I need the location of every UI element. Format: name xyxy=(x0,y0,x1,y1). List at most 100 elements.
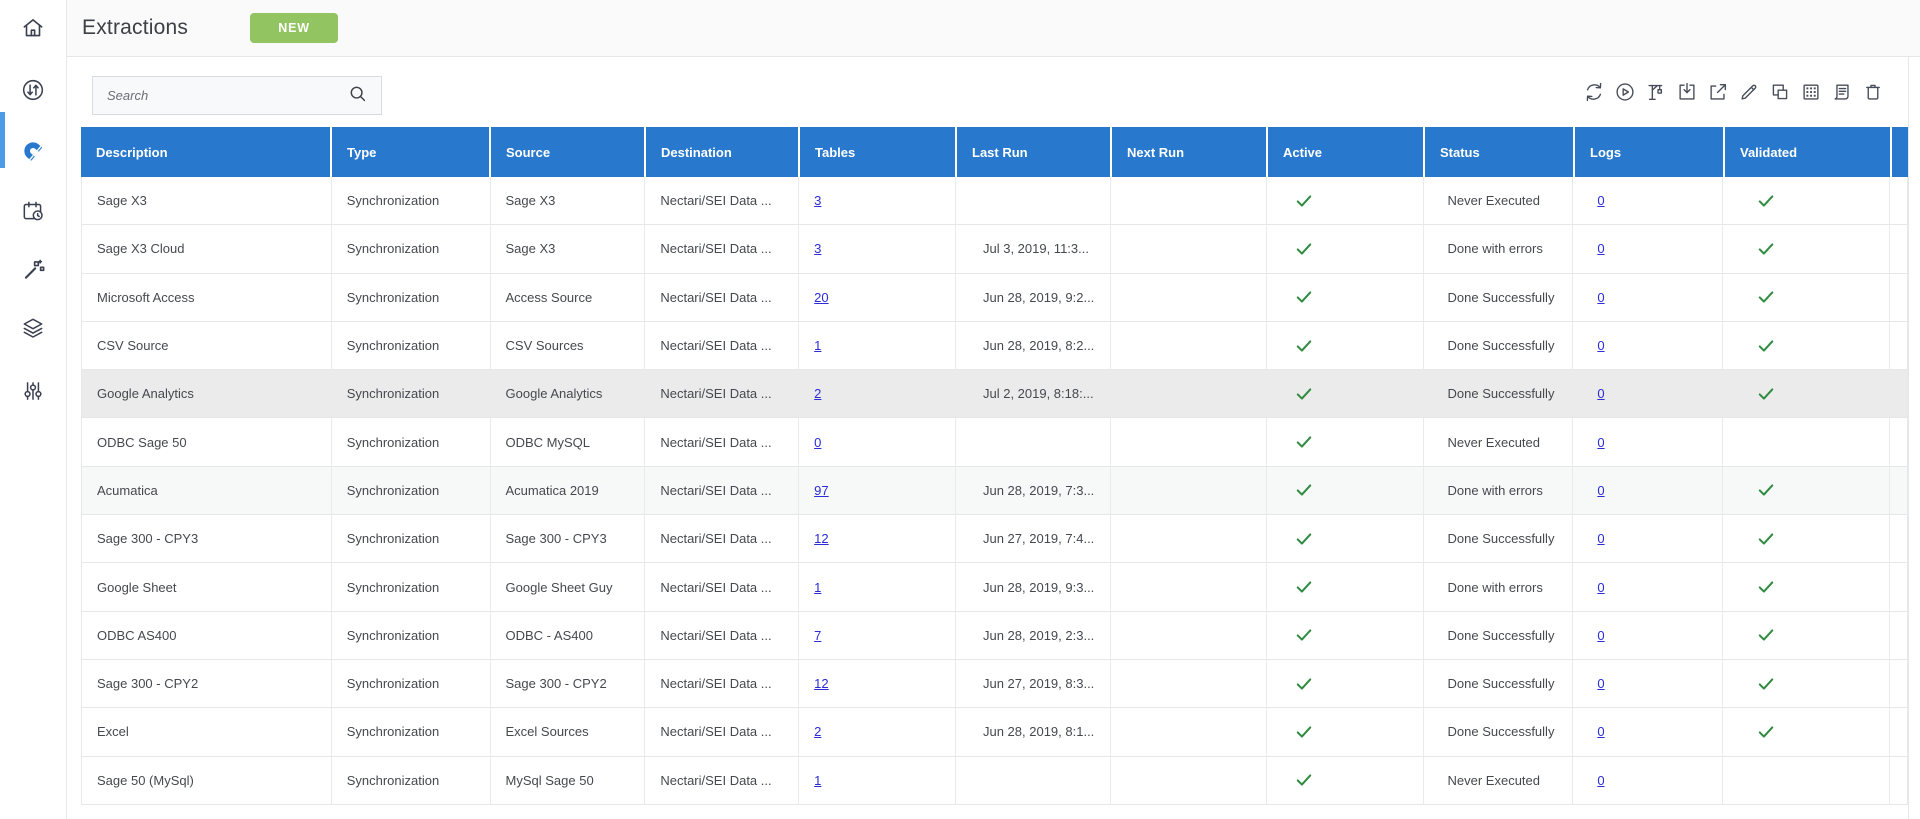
delete-button[interactable] xyxy=(1862,81,1884,103)
table-row[interactable]: ODBC AS400 Synchronization ODBC - AS400 Nec… xyxy=(82,611,1907,660)
table-row[interactable]: Google Analytics Synchronization Google An… xyxy=(82,370,1907,419)
tables-link[interactable]: 2 xyxy=(814,724,821,739)
table-row[interactable]: Acumatica Synchronization Acumatica 2019 Ne… xyxy=(82,466,1907,516)
cell-logs: 0 xyxy=(1572,708,1722,756)
logs-link[interactable]: 0 xyxy=(1597,628,1604,643)
tables-link[interactable]: 2 xyxy=(814,386,821,401)
cell-validated xyxy=(1722,611,1889,659)
column-header-type[interactable]: Type xyxy=(330,127,489,177)
check-icon xyxy=(1294,191,1314,211)
duplicate-button[interactable] xyxy=(1769,81,1791,103)
cell-validated xyxy=(1722,466,1889,515)
cell-last_run: Jul 3, 2019, 11:3... xyxy=(954,225,1110,273)
layers-icon xyxy=(20,315,46,344)
build-button[interactable] xyxy=(1645,81,1667,103)
cell-source: Excel Sources xyxy=(489,708,645,756)
table-row[interactable]: ODBC Sage 50 Synchronization ODBC MySQL Nec… xyxy=(82,418,1907,467)
logs-link[interactable]: 0 xyxy=(1597,435,1604,450)
cell-destination: Nectari/SEI Data ... xyxy=(644,515,798,563)
logs-link[interactable]: 0 xyxy=(1597,290,1604,305)
run-button[interactable] xyxy=(1614,81,1636,103)
cell-description: Google Analytics xyxy=(97,386,194,402)
logs-button[interactable] xyxy=(1831,81,1853,103)
cell-status: Done Successfully xyxy=(1422,611,1573,659)
cell-next_run xyxy=(1109,370,1266,418)
column-header-active[interactable]: Active xyxy=(1266,127,1423,177)
tables-link[interactable]: 12 xyxy=(814,531,828,546)
column-header-status[interactable]: Status xyxy=(1423,127,1573,177)
cell-filler xyxy=(1889,563,1907,611)
logs-link[interactable]: 0 xyxy=(1597,580,1604,595)
column-header-tables[interactable]: Tables xyxy=(798,127,955,177)
sidebar-item-settings-sliders[interactable] xyxy=(18,377,48,407)
logs-link[interactable]: 0 xyxy=(1597,531,1604,546)
tables-link[interactable]: 1 xyxy=(814,338,821,353)
cell-destination: Nectari/SEI Data ... xyxy=(644,708,798,756)
sidebar-item-extractions[interactable] xyxy=(18,137,48,167)
tables-link[interactable]: 7 xyxy=(814,628,821,643)
cell-type: Synchronization xyxy=(330,708,490,756)
new-button[interactable]: NEW xyxy=(250,13,339,43)
cell-source: Access Source xyxy=(489,273,645,321)
cell-status: Never Executed xyxy=(1422,177,1573,225)
sidebar-item-layers[interactable] xyxy=(18,314,48,344)
cell-logs: 0 xyxy=(1572,515,1722,563)
logs-link[interactable]: 0 xyxy=(1597,676,1604,691)
export-button[interactable] xyxy=(1707,81,1729,103)
cell-type: Synchronization xyxy=(330,418,490,466)
tables-link[interactable]: 12 xyxy=(814,676,828,691)
grid-button[interactable] xyxy=(1800,81,1822,103)
cell-type: Synchronization xyxy=(330,177,490,225)
cell-source: Google Analytics xyxy=(489,370,645,418)
table-row[interactable]: Google Sheet Synchronization Google Sheet … xyxy=(82,563,1907,612)
cell-status: Done with errors xyxy=(1422,466,1573,515)
column-header-last_run[interactable]: Last Run xyxy=(955,127,1110,177)
table-row[interactable]: Microsoft Access Synchronization Access So… xyxy=(82,273,1907,322)
tables-link[interactable]: 3 xyxy=(814,241,821,256)
table-row[interactable]: Sage 50 (MySql) Synchronization MySql Sage… xyxy=(82,756,1907,805)
cell-logs: 0 xyxy=(1572,659,1722,708)
logs-link[interactable]: 0 xyxy=(1597,193,1604,208)
sidebar-item-data-transfer[interactable] xyxy=(18,76,48,106)
logs-link[interactable]: 0 xyxy=(1597,724,1604,739)
table-row[interactable]: Excel Synchronization Excel Sources Nectari… xyxy=(82,708,1907,757)
open-external-icon xyxy=(1707,81,1729,103)
table-row[interactable]: CSV Source Synchronization CSV Sources Nect… xyxy=(82,321,1907,371)
logs-link[interactable]: 0 xyxy=(1597,773,1604,788)
logs-link[interactable]: 0 xyxy=(1597,241,1604,256)
column-header-validated[interactable]: Validated xyxy=(1723,127,1890,177)
column-header-description[interactable]: Description xyxy=(81,127,330,177)
refresh-icon xyxy=(1583,81,1605,103)
cell-active xyxy=(1265,225,1423,273)
column-header-next_run[interactable]: Next Run xyxy=(1110,127,1266,177)
tables-link[interactable]: 1 xyxy=(814,773,821,788)
logs-link[interactable]: 0 xyxy=(1597,386,1604,401)
tables-link[interactable]: 1 xyxy=(814,580,821,595)
import-button[interactable] xyxy=(1676,81,1698,103)
tables-link[interactable]: 3 xyxy=(814,193,821,208)
column-header-source[interactable]: Source xyxy=(489,127,644,177)
cell-logs: 0 xyxy=(1572,321,1722,370)
search-button[interactable] xyxy=(343,83,381,108)
column-header-destination[interactable]: Destination xyxy=(644,127,798,177)
table-row[interactable]: Sage 300 - CPY2 Synchronization Sage 300 -… xyxy=(82,659,1907,709)
refresh-button[interactable] xyxy=(1583,81,1605,103)
logs-link[interactable]: 0 xyxy=(1597,338,1604,353)
table-row[interactable]: Sage 300 - CPY3 Synchronization Sage 300 -… xyxy=(82,515,1907,564)
search-input[interactable] xyxy=(93,77,343,114)
cell-tables: 12 xyxy=(798,515,955,563)
tables-link[interactable]: 97 xyxy=(814,483,828,498)
table-row[interactable]: Sage X3 Cloud Synchronization Sage X3 Necta… xyxy=(82,225,1907,274)
tables-link[interactable]: 20 xyxy=(814,290,828,305)
column-header-logs[interactable]: Logs xyxy=(1573,127,1723,177)
cell-tables: 1 xyxy=(798,321,955,370)
tables-link[interactable]: 0 xyxy=(814,435,821,450)
cell-active xyxy=(1265,370,1423,418)
table-row[interactable]: Sage X3 Synchronization Sage X3 Nectari/SEI… xyxy=(82,177,1907,226)
toolbar xyxy=(1574,81,1884,103)
logs-link[interactable]: 0 xyxy=(1597,483,1604,498)
sidebar-item-schedule[interactable] xyxy=(18,197,48,227)
edit-button[interactable] xyxy=(1738,81,1760,103)
sidebar-item-magic-wand[interactable] xyxy=(18,256,48,286)
sidebar-item-home[interactable] xyxy=(18,14,48,44)
